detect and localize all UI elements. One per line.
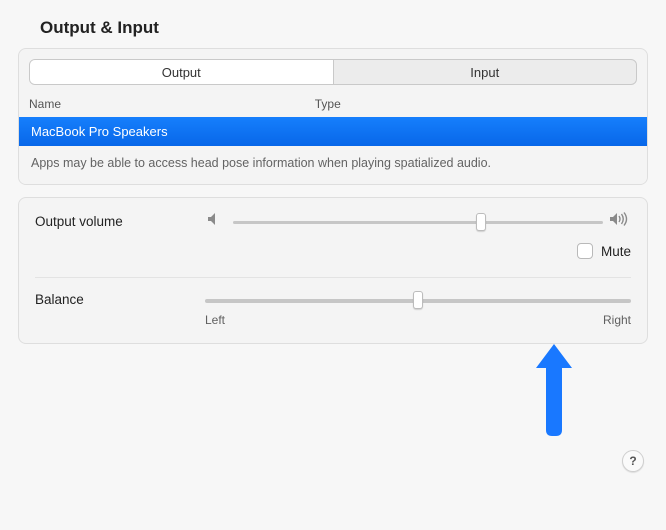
- help-button[interactable]: ?: [622, 450, 644, 472]
- controls-panel: Output volume: [18, 197, 648, 344]
- column-name: Name: [29, 97, 315, 111]
- output-volume-label: Output volume: [35, 214, 205, 229]
- page-title: Output & Input: [40, 18, 654, 38]
- callout-arrow-icon: [524, 330, 584, 440]
- device-row[interactable]: MacBook Pro Speakers: [19, 117, 647, 146]
- balance-slider[interactable]: [205, 293, 631, 307]
- mute-checkbox[interactable]: [577, 243, 593, 259]
- balance-label: Balance: [35, 292, 205, 307]
- column-type: Type: [315, 97, 637, 111]
- spatial-audio-note: Apps may be able to access head pose inf…: [19, 146, 647, 184]
- output-input-tabs: Output Input: [29, 59, 637, 85]
- balance-right-label: Right: [603, 313, 631, 327]
- speaker-high-icon: [609, 212, 631, 231]
- device-table-header: Name Type: [19, 93, 647, 117]
- devices-panel: Output Input Name Type MacBook Pro Speak…: [18, 48, 648, 185]
- mute-label: Mute: [601, 244, 631, 259]
- output-volume-slider[interactable]: [233, 215, 603, 229]
- tab-output[interactable]: Output: [30, 60, 334, 84]
- balance-left-label: Left: [205, 313, 225, 327]
- tab-input[interactable]: Input: [334, 60, 637, 84]
- speaker-low-icon: [205, 212, 227, 231]
